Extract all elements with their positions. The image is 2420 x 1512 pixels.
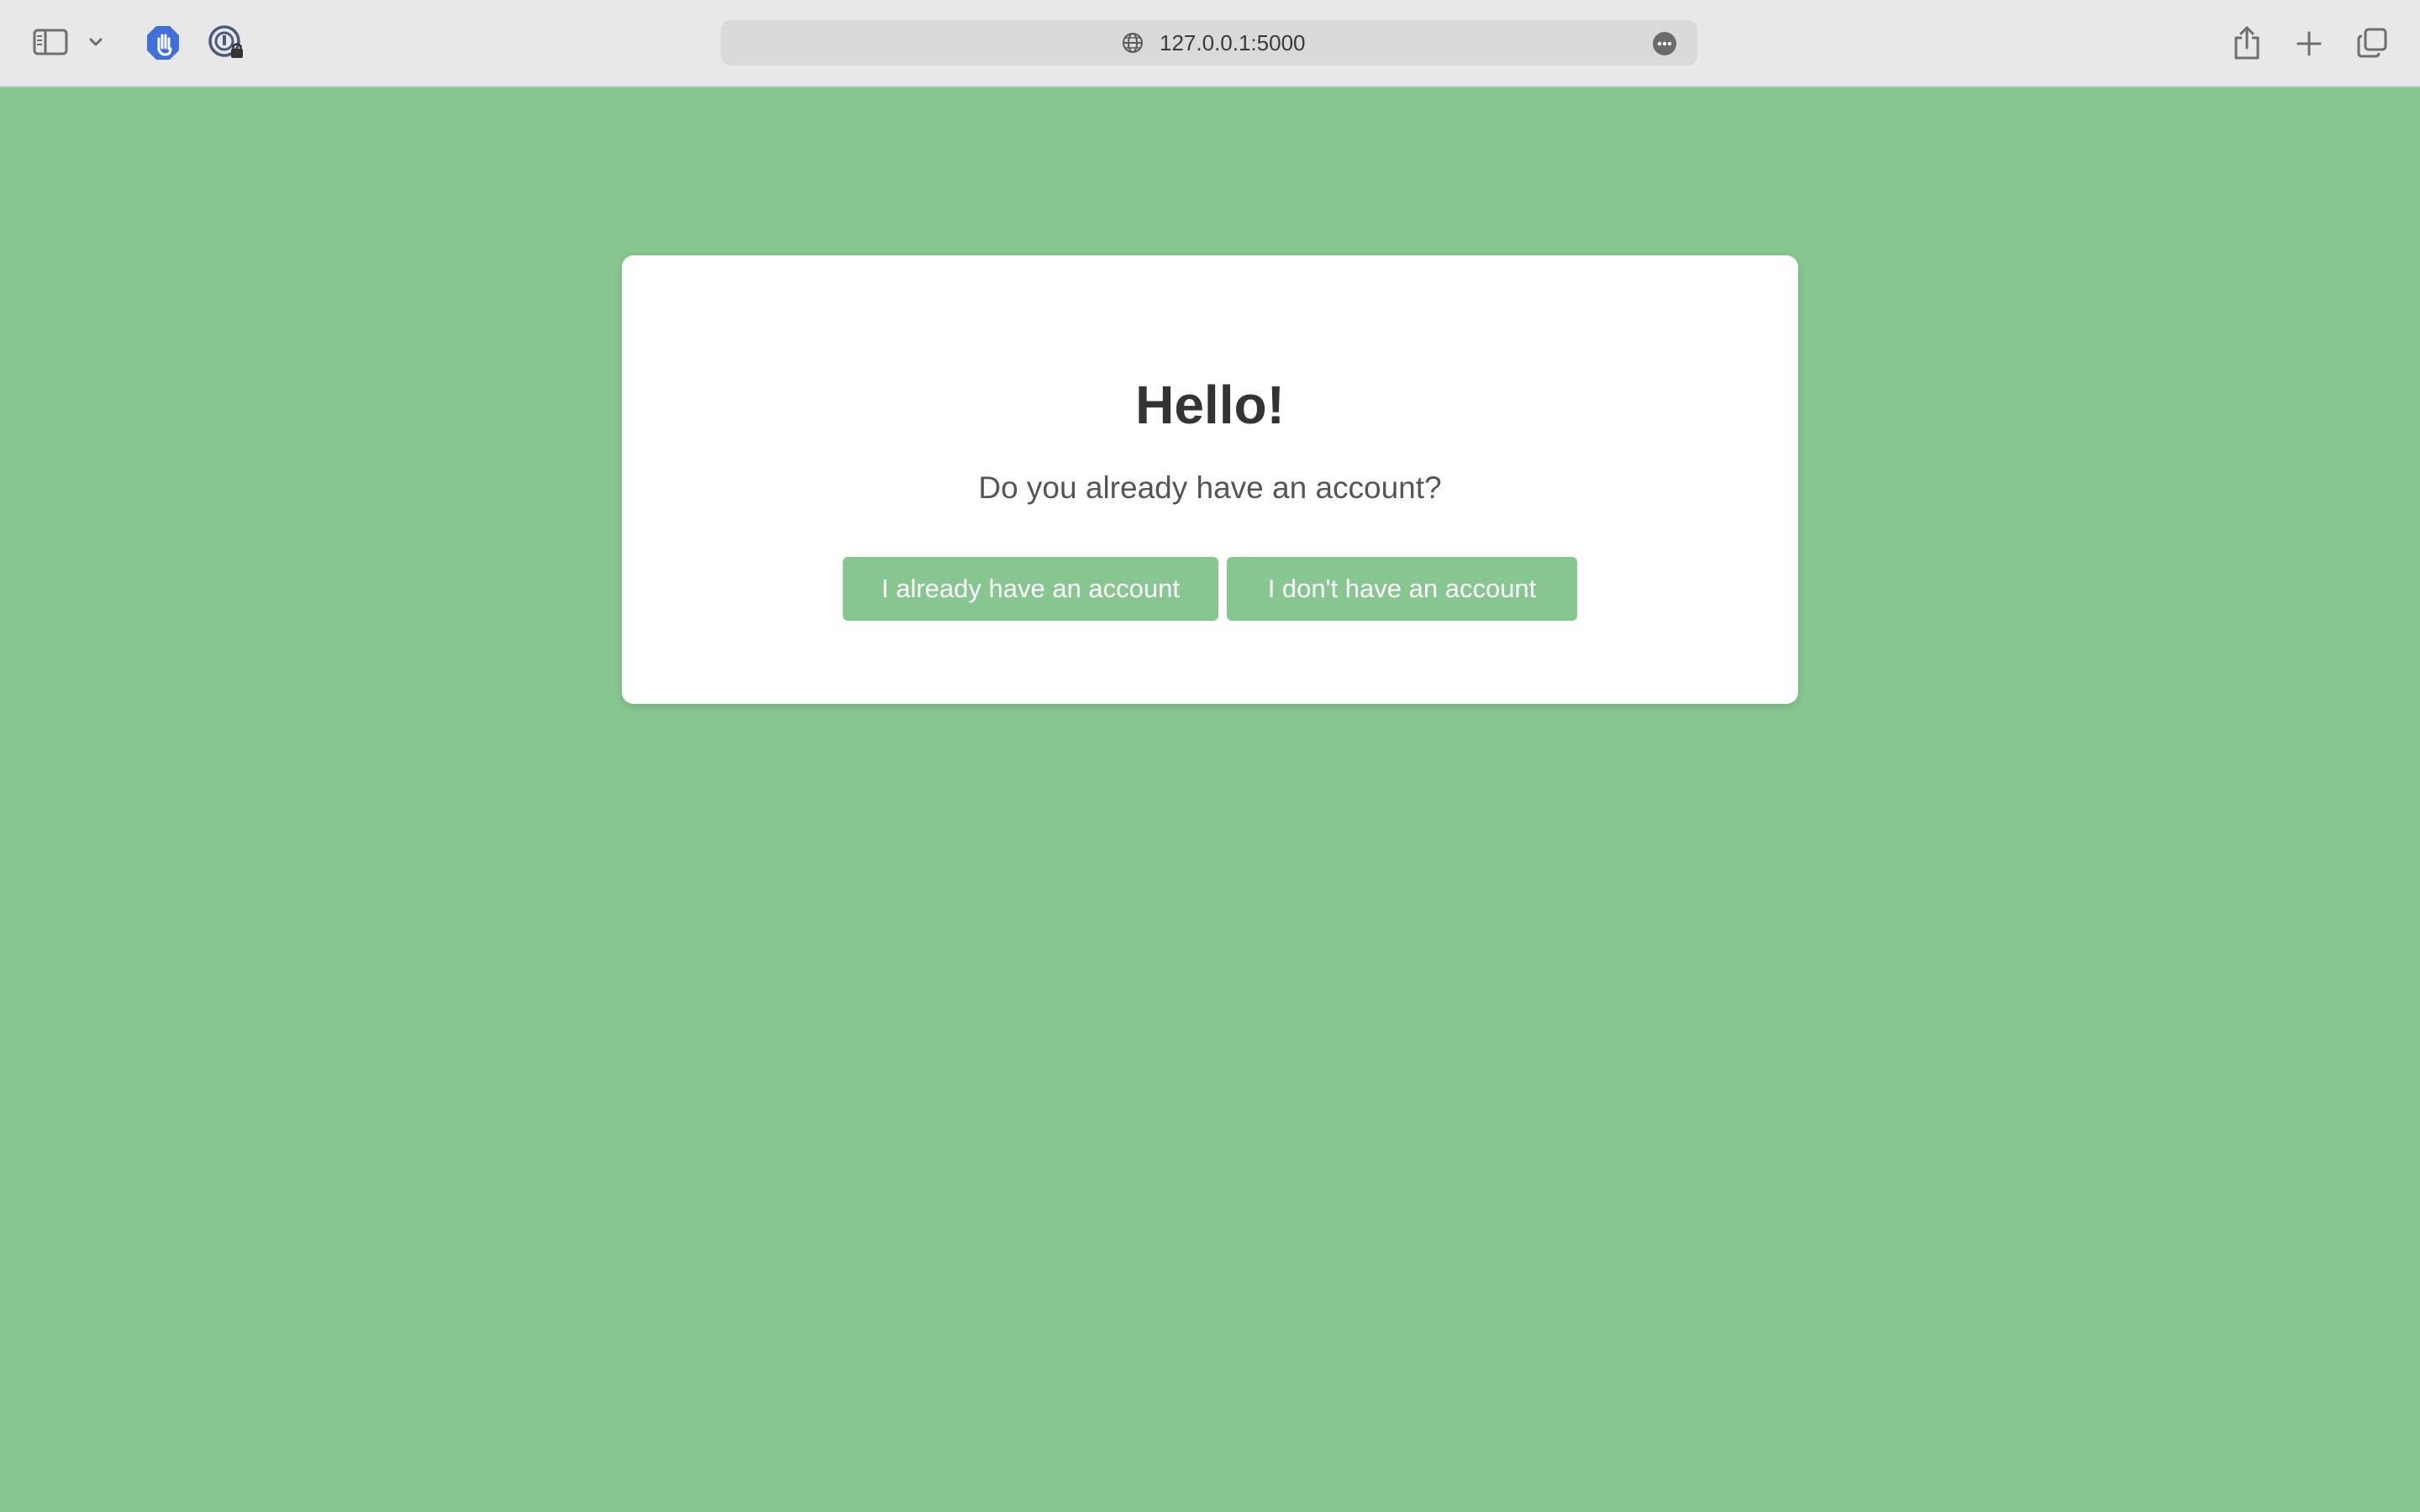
plus-icon[interactable] bbox=[2292, 27, 2326, 60]
password-lock-icon[interactable] bbox=[207, 24, 245, 62]
account-question: Do you already have an account? bbox=[978, 470, 1442, 505]
no-account-button[interactable]: I don't have an account bbox=[1227, 557, 1577, 621]
share-icon[interactable] bbox=[2230, 24, 2264, 62]
welcome-card: Hello! Do you already have an account? I… bbox=[622, 255, 1798, 704]
globe-icon bbox=[1121, 31, 1144, 55]
browser-toolbar: 127.0.0.1:5000 bbox=[0, 0, 2420, 87]
hand-stop-icon[interactable] bbox=[145, 24, 182, 62]
existing-account-button[interactable]: I already have an account bbox=[843, 557, 1218, 621]
chevron-down-icon[interactable] bbox=[84, 30, 108, 54]
address-bar[interactable]: 127.0.0.1:5000 bbox=[721, 20, 1697, 66]
sidebar-icon[interactable] bbox=[30, 25, 71, 59]
more-options-icon[interactable] bbox=[1652, 31, 1677, 56]
address-url[interactable]: 127.0.0.1:5000 bbox=[1160, 20, 1306, 66]
tab-overview-icon[interactable] bbox=[2354, 25, 2390, 60]
page-content: Hello! Do you already have an account? I… bbox=[0, 87, 2420, 1512]
page-title: Hello! bbox=[1135, 375, 1285, 435]
